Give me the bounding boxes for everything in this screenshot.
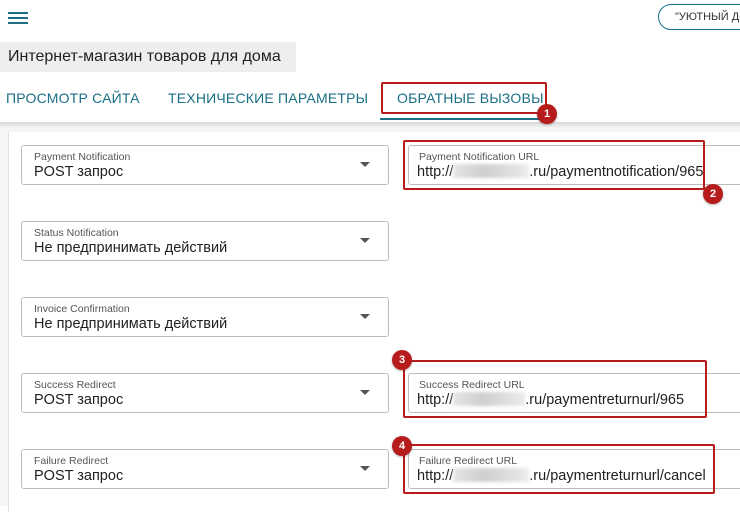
highlight-box-callbacks-tab: [381, 82, 547, 114]
menu-icon[interactable]: [8, 10, 28, 26]
page-title: Интернет-магазин товаров для дома: [0, 42, 296, 72]
highlight-box-success-url: [403, 360, 707, 418]
active-tab-indicator: [380, 118, 546, 120]
field-value: Не предпринимать действий: [34, 240, 228, 256]
failure-redirect-select[interactable]: Failure Redirect POST запрос: [21, 449, 389, 489]
field-label: Status Notification: [34, 227, 119, 239]
status-notification-select[interactable]: Status Notification Не предпринимать дей…: [21, 221, 389, 261]
tab-bar: ПРОСМОТР САЙТА ТЕХНИЧЕСКИЕ ПАРАМЕТРЫ ОБР…: [0, 80, 740, 120]
field-value: POST запрос: [34, 164, 124, 180]
field-value: POST запрос: [34, 468, 124, 484]
success-redirect-select[interactable]: Success Redirect POST запрос: [21, 373, 389, 413]
chevron-down-icon: [360, 162, 370, 167]
field-label: Success Redirect: [34, 379, 116, 391]
chevron-down-icon: [360, 390, 370, 395]
tab-bar-shadow: [0, 122, 740, 128]
chevron-down-icon: [360, 466, 370, 471]
field-label: Invoice Confirmation: [34, 303, 130, 315]
field-value: Не предпринимать действий: [34, 316, 228, 332]
chevron-down-icon: [360, 238, 370, 243]
highlight-box-failure-url: [403, 444, 715, 494]
top-bar: "УЮТНЫЙ ДОМ": [0, 0, 740, 38]
highlight-box-payment-url: [403, 140, 705, 190]
invoice-confirmation-select[interactable]: Invoice Confirmation Не предпринимать де…: [21, 297, 389, 337]
shop-selector-button[interactable]: "УЮТНЫЙ ДОМ": [658, 4, 740, 30]
payment-notification-select[interactable]: Payment Notification POST запрос: [21, 145, 389, 185]
tab-site-preview[interactable]: ПРОСМОТР САЙТА: [6, 90, 140, 106]
annotation-badge-2: 2: [703, 184, 723, 204]
annotation-badge-4: 4: [392, 436, 412, 456]
chevron-down-icon: [360, 314, 370, 319]
tab-technical-parameters[interactable]: ТЕХНИЧЕСКИЕ ПАРАМЕТРЫ: [168, 90, 368, 106]
field-label: Failure Redirect: [34, 455, 109, 467]
annotation-badge-3: 3: [392, 350, 412, 370]
field-label: Payment Notification: [34, 151, 131, 163]
field-value: POST запрос: [34, 392, 124, 408]
annotation-badge-1: 1: [537, 104, 557, 124]
